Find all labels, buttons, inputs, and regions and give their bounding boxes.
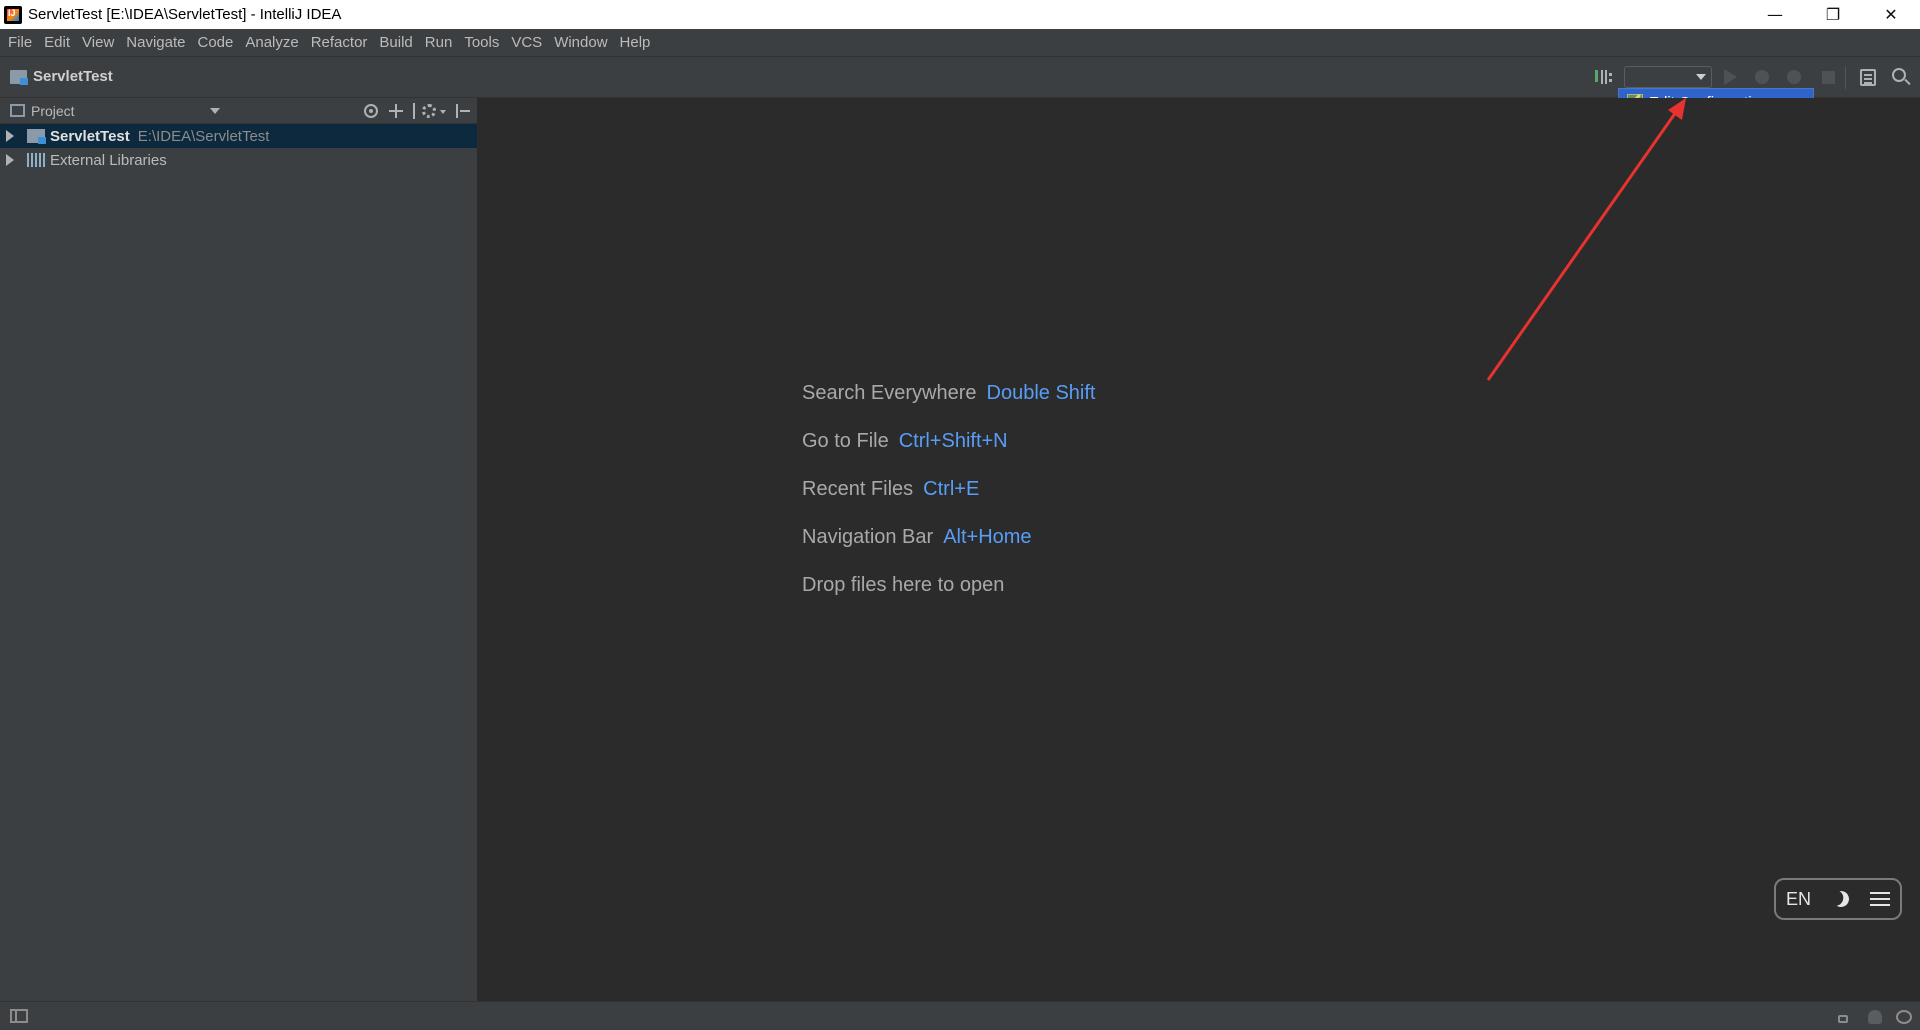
tree-item-path: E:\IDEA\ServletTest bbox=[137, 127, 270, 145]
menu-tools[interactable]: Tools bbox=[458, 34, 505, 51]
menu-edit[interactable]: Edit bbox=[38, 34, 76, 51]
project-view-icon bbox=[10, 104, 25, 117]
library-icon bbox=[27, 153, 45, 167]
gear-chevron-icon[interactable] bbox=[440, 110, 446, 114]
project-panel-title[interactable]: Project bbox=[31, 103, 75, 119]
app-icon bbox=[4, 5, 22, 24]
status-bar bbox=[0, 1001, 1920, 1030]
menu-build[interactable]: Build bbox=[373, 34, 418, 51]
menu-analyze[interactable]: Analyze bbox=[239, 34, 304, 51]
tree-item-servlettest[interactable]: ServletTest E:\IDEA\ServletTest bbox=[0, 124, 477, 148]
coverage-icon[interactable] bbox=[1787, 70, 1801, 84]
language-label[interactable]: EN bbox=[1786, 889, 1811, 910]
hint-shortcut: Alt+Home bbox=[943, 526, 1032, 548]
minimize-button[interactable]: — bbox=[1746, 0, 1804, 29]
chevron-down-icon bbox=[1696, 74, 1706, 80]
menu-code[interactable]: Code bbox=[191, 34, 239, 51]
hint-text: Navigation Bar bbox=[802, 526, 934, 548]
breadcrumb-project[interactable]: ServletTest bbox=[33, 68, 113, 85]
panel-header-divider bbox=[413, 103, 415, 119]
run-icon[interactable] bbox=[1724, 69, 1737, 85]
expand-arrow-icon[interactable] bbox=[6, 130, 14, 142]
hint-shortcut: Double Shift bbox=[986, 382, 1096, 404]
event-log-icon[interactable] bbox=[1896, 1010, 1912, 1024]
run-configuration-select[interactable] bbox=[1624, 66, 1712, 88]
lock-icon[interactable] bbox=[1838, 1015, 1848, 1023]
hint-drop-files: Drop files here to open bbox=[802, 574, 1096, 622]
menu-file[interactable]: File bbox=[2, 34, 38, 51]
module-icon bbox=[27, 129, 46, 144]
hint-go-to-file: Go to File Ctrl+Shift+N bbox=[802, 430, 1096, 478]
collapse-all-icon[interactable] bbox=[389, 104, 403, 118]
hint-search-everywhere: Search Everywhere Double Shift bbox=[802, 382, 1096, 430]
hint-shortcut: Ctrl+Shift+N bbox=[898, 430, 1008, 452]
window-controls: — ❐ ✕ bbox=[1746, 0, 1920, 29]
hint-recent-files: Recent Files Ctrl+E bbox=[802, 478, 1096, 526]
menu-vcs[interactable]: VCS bbox=[505, 34, 548, 51]
project-tool-window: Project ServletTest E:\IDEA\ServletTest … bbox=[0, 98, 478, 1001]
close-button[interactable]: ✕ bbox=[1862, 0, 1920, 29]
breadcrumb[interactable]: ServletTest bbox=[10, 68, 113, 85]
menu-help[interactable]: Help bbox=[614, 34, 657, 51]
stop-icon[interactable] bbox=[1822, 71, 1835, 84]
build-icon[interactable] bbox=[1594, 68, 1614, 86]
gear-icon[interactable] bbox=[422, 104, 436, 118]
toolbar-divider bbox=[1845, 67, 1846, 89]
project-panel-header: Project bbox=[0, 98, 477, 124]
hint-navigation-bar: Navigation Bar Alt+Home bbox=[802, 526, 1096, 574]
menu-icon[interactable] bbox=[1869, 892, 1890, 906]
moon-icon[interactable] bbox=[1830, 889, 1851, 910]
locate-icon[interactable] bbox=[364, 104, 378, 118]
title-bar: ServletTest [E:\IDEA\ServletTest] - Inte… bbox=[0, 0, 1920, 29]
hint-text: Recent Files bbox=[802, 478, 914, 500]
menu-navigate[interactable]: Navigate bbox=[120, 34, 191, 51]
hint-text: Go to File bbox=[802, 430, 889, 452]
search-icon[interactable] bbox=[1892, 68, 1906, 82]
editor-area[interactable]: Search Everywhere Double Shift Go to File… bbox=[479, 98, 1920, 1001]
expand-arrow-icon[interactable] bbox=[6, 154, 14, 166]
menu-run[interactable]: Run bbox=[419, 34, 459, 51]
menu-view[interactable]: View bbox=[76, 34, 120, 51]
chevron-down-icon[interactable] bbox=[210, 108, 220, 114]
tree-item-label: ServletTest bbox=[50, 127, 130, 145]
hint-text: Drop files here to open bbox=[802, 574, 1005, 596]
restore-button[interactable]: ❐ bbox=[1804, 0, 1862, 29]
menu-refactor[interactable]: Refactor bbox=[305, 34, 374, 51]
tool-windows-toggle-icon[interactable] bbox=[10, 1009, 28, 1023]
menu-bar: File Edit View Navigate Code Analyze Ref… bbox=[0, 29, 1920, 56]
tree-item-label: External Libraries bbox=[50, 151, 167, 169]
folder-icon bbox=[10, 69, 28, 85]
inspector-icon[interactable] bbox=[1868, 1010, 1882, 1024]
window-title: ServletTest [E:\IDEA\ServletTest] - Inte… bbox=[28, 6, 342, 23]
menu-window[interactable]: Window bbox=[548, 34, 613, 51]
project-structure-icon[interactable] bbox=[1860, 69, 1876, 86]
hint-text: Search Everywhere bbox=[802, 382, 977, 404]
hide-icon[interactable] bbox=[456, 104, 470, 118]
hint-shortcut: Ctrl+E bbox=[923, 478, 980, 500]
tree-item-external-libraries[interactable]: External Libraries bbox=[0, 148, 477, 172]
debug-icon[interactable] bbox=[1755, 70, 1769, 84]
editor-hints: Search Everywhere Double Shift Go to File… bbox=[802, 382, 1096, 622]
language-widget[interactable]: EN bbox=[1774, 878, 1902, 920]
